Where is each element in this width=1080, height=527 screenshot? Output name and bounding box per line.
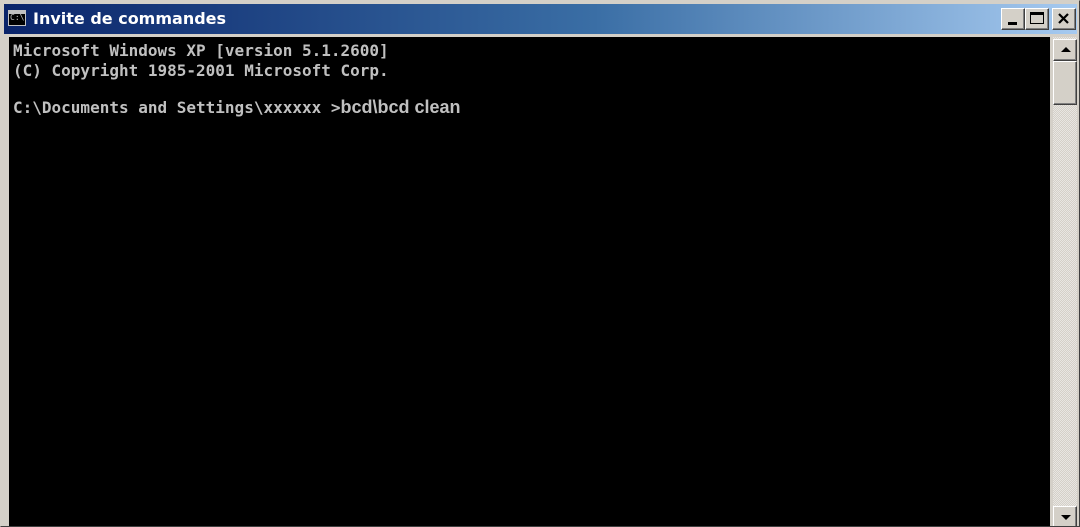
scrollbar-thumb[interactable]: [1053, 61, 1077, 105]
console-line-copyright: (C) Copyright 1985-2001 Microsoft Corp.: [13, 61, 389, 80]
minimize-icon: [1008, 22, 1017, 25]
close-button[interactable]: [1052, 8, 1076, 30]
command-prompt-window: C:\ Invite de commandes Microsoft Window…: [0, 0, 1080, 527]
console-line-version: Microsoft Windows XP [version 5.1.2600]: [13, 41, 389, 60]
maximize-button[interactable]: [1025, 8, 1049, 30]
console-command-input[interactable]: bcd\bcd clean: [341, 97, 461, 117]
console-prompt: C:\Documents and Settings\xxxxxx >: [13, 98, 341, 117]
cmd-icon[interactable]: C:\: [8, 10, 26, 26]
window-title: Invite de commandes: [33, 9, 227, 28]
console-command-line[interactable]: C:\Documents and Settings\xxxxxx >bcd\bc…: [13, 97, 461, 118]
scroll-down-button[interactable]: [1053, 506, 1077, 526]
arrow-up-icon: [1061, 47, 1071, 52]
minimize-button[interactable]: [1001, 8, 1025, 30]
console-output[interactable]: Microsoft Windows XP [version 5.1.2600] …: [9, 37, 1050, 526]
cmd-icon-label: C:\: [10, 13, 25, 22]
vertical-scrollbar[interactable]: [1053, 37, 1077, 526]
arrow-down-icon: [1061, 515, 1071, 520]
title-bar[interactable]: C:\ Invite de commandes: [4, 4, 1077, 34]
close-icon: [1058, 13, 1069, 24]
scroll-up-button[interactable]: [1053, 39, 1077, 61]
maximize-icon: [1030, 12, 1044, 24]
